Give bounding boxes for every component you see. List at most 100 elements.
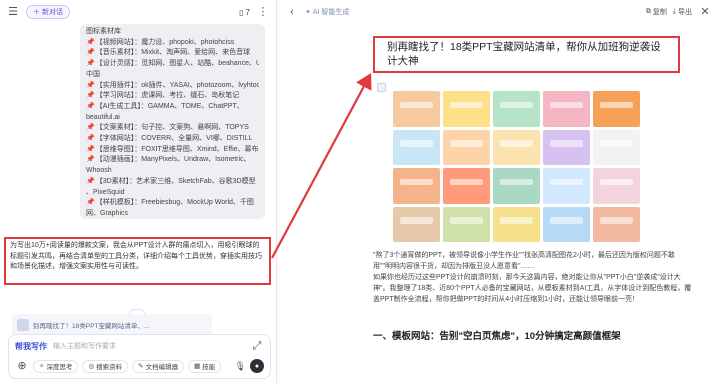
brain-icon: ✧ [39,363,45,370]
ai-generate-label: AI 智能生成 [312,9,350,16]
microphone-icon[interactable]: 🎙 [235,361,246,372]
pin-icon: 📌 [86,177,95,185]
pin-icon: 📌 [86,102,95,110]
template-thumbnail [443,168,490,204]
pin-icon: 📌 [86,49,95,57]
message-line-text: Whoosh [86,167,112,175]
message-line-text: 【字体网站】：COVERR、全量网、VI哪、DISTILL [95,135,253,143]
copy-label: 复制 [652,9,667,16]
message-line: 📌【实用插件】：ok插件、YASAI、photozoom、lvyhtools [86,81,259,92]
deep-think-chip[interactable]: ✧ 深度思考 [33,359,79,373]
message-line-text: 【设计灵感】：觅知网、图星人、站酷、beahance、UI [95,60,259,68]
pin-icon: 📌 [86,38,95,46]
template-thumbnail [443,206,490,242]
message-line: beautiful.ai [86,113,259,124]
message-line-text: 网、Graphics [86,209,129,217]
summary-paragraph: 如果你也经历过这些PPT设计的崩溃时刻，那今天这篇内容，绝对能让你从"PPT小白… [373,274,692,303]
new-chat-button[interactable]: ＋ 新对话 [26,5,70,19]
write-mode-label[interactable]: 帮我写作 [15,341,47,352]
template-thumbnail [593,129,640,165]
message-line-text: 【文案素材】：句子控、文案狗、悬啊网、TOPYS [95,124,249,132]
pin-icon: 📌 [86,199,95,207]
close-icon[interactable]: ✕ [698,5,712,19]
document-topbar: ‹ ✦ AI 智能生成 ⧉ 复制 ⤓ 导出 ✕ [277,0,720,24]
message-line-text: 【视频网站】：魔力设、phopoki、photohciss [95,38,235,46]
message-line: 📌【学习网站】：虎课网、考拉、缝石、岛秋笔记 [86,91,259,102]
template-thumbnail [443,91,490,127]
sparkle-icon: ✦ [305,9,311,16]
message-line: 📌【文案素材】：句子控、文案狗、悬啊网、TOPYS [86,123,259,134]
chat-topbar: ☰ ＋ 新对话 ▯ 7 ⋮ [0,0,276,24]
message-line: 📌【字体网站】：COVERR、全量网、VI哪、DISTILL [86,134,259,145]
template-thumbnail [393,91,440,127]
message-line-text: 中国 [86,70,100,78]
attach-icon[interactable]: ⊕ [15,359,29,373]
message-line: 图标素材库 [86,27,259,38]
grid-icon: ▦ [194,363,201,370]
sidebar-toggle-icon[interactable]: ☰ [6,5,20,19]
message-line: 网、Graphics [86,209,259,219]
intro-paragraph: "熬了3个通宵做的PPT，被领导说像小学生作业""找张高清配图花2小时，最后还因… [373,252,675,270]
pin-icon: 📌 [86,135,95,143]
message-line: 📌【思维导图】：FOXIT思维导图、Xmind、Effie、幕布 [86,145,259,156]
pin-icon: 📌 [86,124,95,132]
template-thumbnail [393,129,440,165]
send-button[interactable]: ● [250,359,264,373]
skills-chip[interactable]: ▦ 技能 [188,359,222,373]
message-line: 📌【样机模板】：Freebiesbug、MockUp World、千图 [86,198,259,209]
more-icon[interactable]: ⋮ [256,5,270,19]
template-thumbnail [593,91,640,127]
template-thumbnail [593,206,640,242]
document-pane: ‹ ✦ AI 智能生成 ⧉ 复制 ⤓ 导出 ✕ 别再瞎找了！18类PPT宝藏网站… [277,0,720,383]
template-thumbnail [543,91,590,127]
message-line-text: 【样机模板】：Freebiesbug、MockUp World、千图 [95,199,254,207]
copy-button[interactable]: ⧉ 复制 [646,7,667,17]
generated-doc-card[interactable]: 别再瞎找了！18类PPT宝藏网站清单、... [12,314,212,336]
template-thumbnail [393,206,440,242]
template-thumbnail [543,129,590,165]
message-line-text: 【音乐素材】：Mixkit、淘声网、爱给网、来色音球 [95,49,251,57]
deep-think-label: 深度思考 [46,364,73,371]
doc-thumbnail [17,319,29,331]
message-line-text: 【3D素材】：艺术家三维、SketchFab、谷歌3D模型 [95,177,256,185]
message-line: Whoosh [86,166,259,177]
template-thumbnail [393,168,440,204]
message-line-text: 【思维导图】：FOXIT思维导图、Xmind、Effie、幕布 [95,145,259,153]
export-button[interactable]: ⤓ 导出 [673,7,692,17]
pin-icon: 📌 [86,156,95,164]
download-icon: ⤓ [672,8,676,15]
pin-icon: 📌 [86,81,95,89]
pin-icon: 📌 [86,145,95,153]
document-counter[interactable]: ▯ 7 [239,8,250,17]
template-thumbnail [493,168,540,204]
template-thumbnail [543,168,590,204]
document-count: 7 [245,7,250,17]
assistant-reply-highlight: 为写出10万+阅读量的爆款文案，我会从PPT设计人群的痛点切入，用吸引眼球的标题… [4,237,271,285]
image-icon [377,83,386,92]
message-input[interactable]: 输入主题和写作要求 [53,341,244,351]
pin-icon: 📌 [86,92,95,100]
message-line-text: 【AI生成工具】：GAMMA、TOME、ChatPPT、 [95,102,244,110]
search-chip[interactable]: ◎ 搜索资料 [82,359,129,373]
message-line-text: beautiful.ai [86,113,120,121]
doc-editor-chip[interactable]: ✎ 文档编辑器 [132,359,185,373]
message-composer: 帮我写作 输入主题和写作要求 ⤢ ⊕ ✧ 深度思考 ◎ 搜索资料 ✎ 文档编辑器 [8,334,271,379]
section-heading: 一、模板网站：告别"空白页焦虑"，10分钟搞定高颜值框架 [373,331,621,342]
back-icon[interactable]: ‹ [285,5,299,19]
globe-icon: ◎ [88,363,95,370]
article-title: 别再瞎找了！18类PPT宝藏网站清单，帮你从加班狗逆袭设计大神 [387,41,661,67]
ai-generate-chip[interactable]: ✦ AI 智能生成 [305,7,349,17]
app-window: ☰ ＋ 新对话 ▯ 7 ⋮ 图标素材库 📌【视频网站】：魔力设、phopoki、p… [0,0,720,383]
export-label: 导出 [678,9,692,16]
template-thumbnail [493,129,540,165]
message-line: 📌【3D素材】：艺术家三维、SketchFab、谷歌3D模型 [86,177,259,188]
template-thumbnail [593,168,640,204]
new-chat-label: 新对话 [42,9,63,16]
assistant-reply-text: 为写出10万+阅读量的爆款文案，我会从PPT设计人群的痛点切入，用吸引眼球的标题… [10,242,262,270]
chat-pane: ☰ ＋ 新对话 ▯ 7 ⋮ 图标素材库 📌【视频网站】：魔力设、phopoki、p… [0,0,277,383]
article-title-highlight: 别再瞎找了！18类PPT宝藏网站清单，帮你从加班狗逆袭设计大神 [373,36,680,73]
doc-card-title: 别再瞎找了！18类PPT宝藏网站清单、... [33,323,150,330]
message-line: 📌【设计灵感】：觅知网、图星人、站酷、beahance、UI [86,59,259,70]
message-line: 📌【视频网站】：魔力设、phopoki、photohciss [86,38,259,49]
expand-icon[interactable]: ⤢ [250,339,264,353]
